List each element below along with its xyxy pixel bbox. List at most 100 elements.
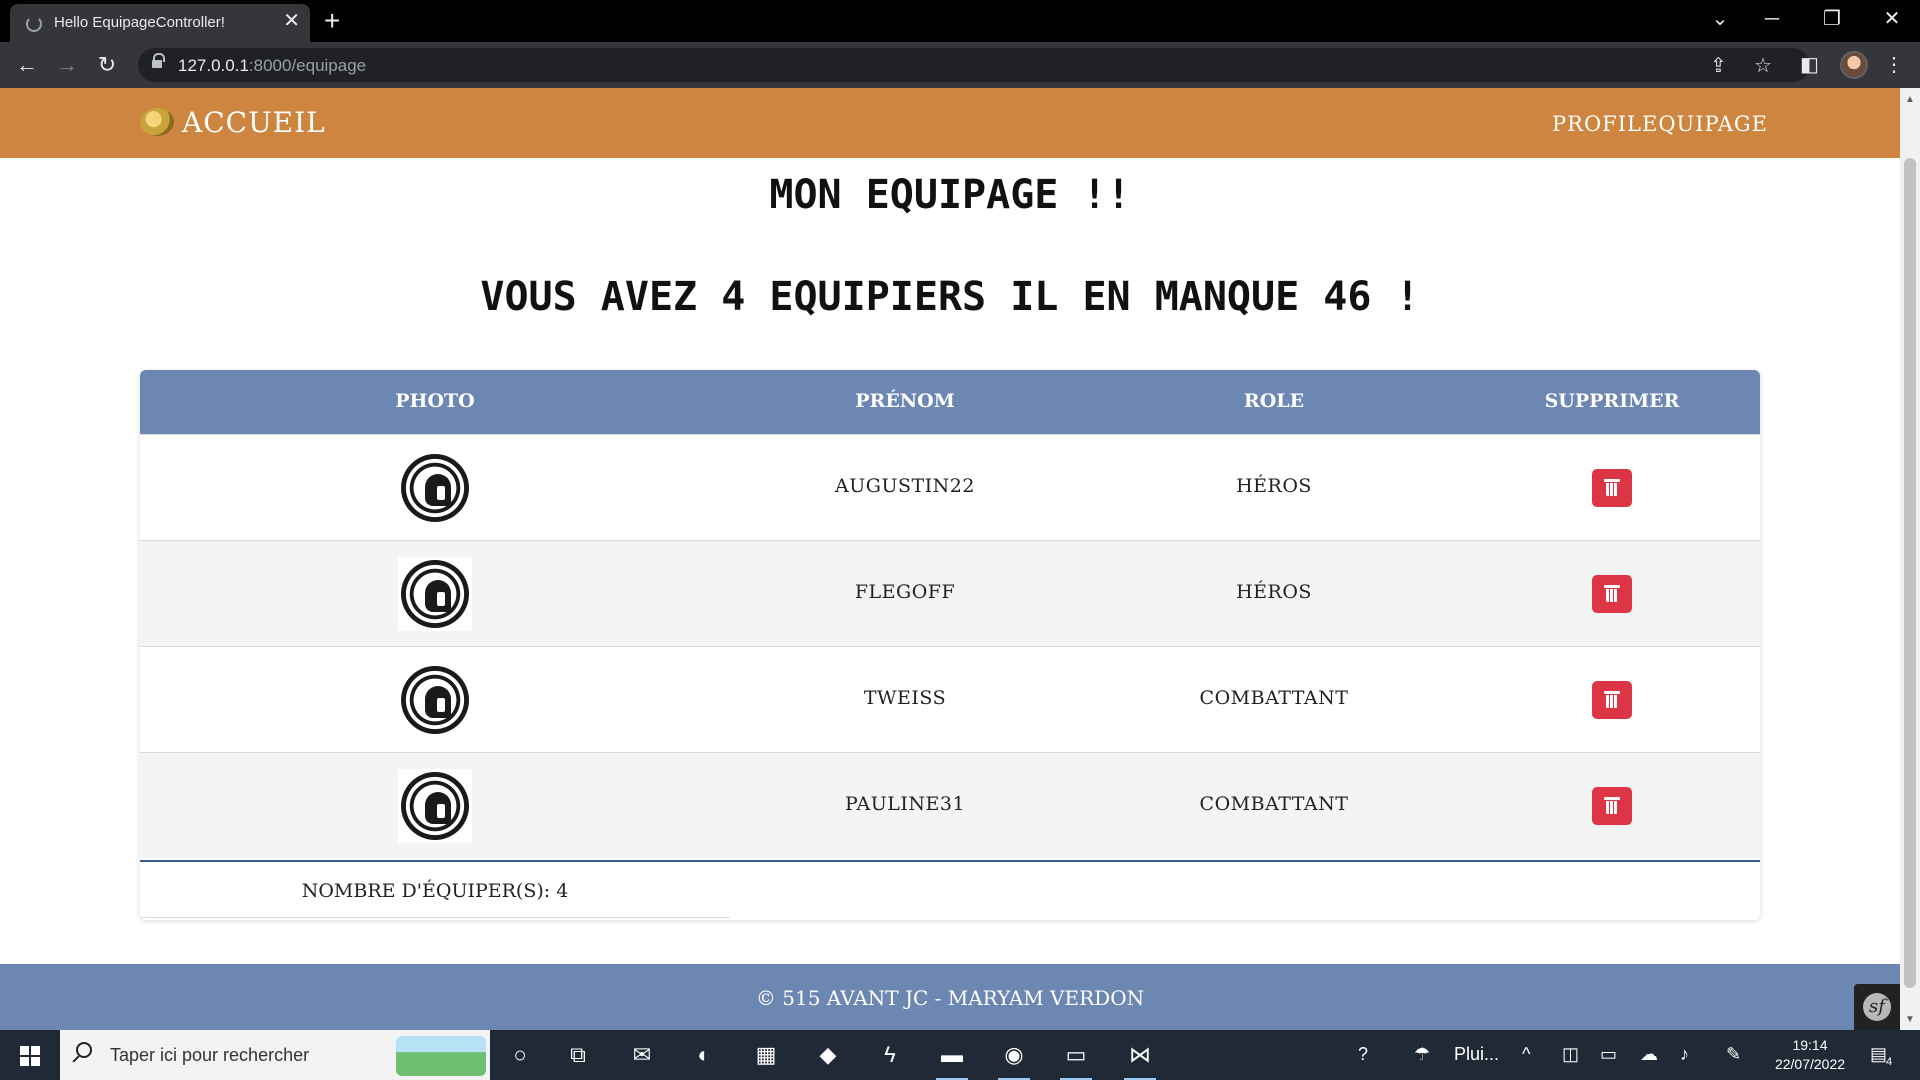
page-scrollbar[interactable]: ▲ ▼ bbox=[1900, 88, 1920, 1030]
page-title: MON EQUIPAGE !! bbox=[0, 172, 1900, 218]
battery-icon[interactable]: ▭ bbox=[1600, 1044, 1617, 1065]
new-tab-button[interactable]: + bbox=[324, 6, 340, 36]
cell-role: HÉROS bbox=[1236, 581, 1312, 603]
tab-search-icon[interactable]: ⌄ bbox=[1700, 6, 1740, 32]
volume-icon[interactable]: ♪ bbox=[1680, 1044, 1689, 1065]
weather-text[interactable]: Plui... bbox=[1454, 1044, 1499, 1065]
menu-dots-icon[interactable]: ⋮ bbox=[1884, 51, 1904, 79]
column-header-supprimer: SUPPRIMER bbox=[1544, 390, 1680, 412]
search-highlight-image bbox=[396, 1036, 486, 1076]
spartan-helmet-icon bbox=[401, 454, 469, 522]
table-row: PAULINE31 COMBATTANT bbox=[140, 752, 1760, 858]
meet-now-icon[interactable]: ◫ bbox=[1562, 1044, 1579, 1065]
taskbar-clock[interactable]: 19:14 22/07/2022 bbox=[1770, 1036, 1850, 1074]
cell-prenom: TWEISS bbox=[863, 687, 947, 709]
coin-logo-icon bbox=[140, 108, 174, 136]
footer-copyright: © 515 AVANT JC - MARYAM VERDON bbox=[755, 986, 1145, 1010]
lightning-app-icon[interactable]: ϟ bbox=[872, 1038, 908, 1072]
task-view-icon[interactable]: ⧉ bbox=[560, 1038, 596, 1072]
clock-time: 19:14 bbox=[1792, 1037, 1828, 1053]
symfony-toolbar-toggle[interactable]: sf bbox=[1854, 984, 1900, 1030]
crew-photo bbox=[398, 663, 472, 737]
page-title-text: MON EQUIPAGE !! bbox=[769, 172, 1131, 218]
table-header: PHOTO PRÉNOM ROLE SUPPRIMER bbox=[140, 370, 1760, 434]
table-footer: NOMBRE D'ÉQUIPER(S): 4 bbox=[140, 862, 730, 918]
scroll-up-arrow-icon[interactable]: ▲ bbox=[1905, 94, 1915, 105]
cell-prenom: AUGUSTIN22 bbox=[835, 475, 975, 497]
crew-photo bbox=[398, 557, 472, 631]
loading-icon bbox=[26, 16, 42, 32]
crew-count: NOMBRE D'ÉQUIPER(S): 4 bbox=[301, 880, 569, 902]
crew-photo bbox=[398, 451, 472, 525]
cortana-icon[interactable]: ○ bbox=[502, 1038, 538, 1072]
profile-avatar[interactable] bbox=[1840, 51, 1868, 79]
spartan-helmet-icon bbox=[401, 666, 469, 734]
spartan-helmet-icon bbox=[401, 772, 469, 840]
notification-icon[interactable]: ▤ bbox=[1870, 1044, 1887, 1065]
close-window-button[interactable]: ✕ bbox=[1872, 6, 1912, 32]
cell-role: COMBATTANT bbox=[1199, 687, 1349, 709]
trash-icon bbox=[1604, 797, 1620, 814]
weather-icon[interactable]: ☂ bbox=[1414, 1044, 1430, 1065]
taskbar-search[interactable]: Taper ici pour rechercher bbox=[60, 1030, 490, 1080]
table-row: AUGUSTIN22 HÉROS bbox=[140, 434, 1760, 540]
pen-icon[interactable]: ✎ bbox=[1726, 1044, 1741, 1065]
side-panel-icon[interactable]: ◧ bbox=[1800, 51, 1819, 79]
table-row: FLEGOFF HÉROS bbox=[140, 540, 1760, 646]
chevron-up-icon[interactable]: ^ bbox=[1522, 1044, 1530, 1065]
minimize-button[interactable]: ─ bbox=[1752, 6, 1792, 32]
back-button[interactable]: ← bbox=[12, 50, 42, 80]
vscode-icon[interactable]: ⋈ bbox=[1122, 1038, 1158, 1080]
delete-button[interactable] bbox=[1592, 681, 1632, 719]
column-header-role: ROLE bbox=[1243, 390, 1305, 412]
scroll-down-arrow-icon[interactable]: ▼ bbox=[1905, 1014, 1915, 1025]
dropbox-icon[interactable]: ◆ bbox=[810, 1038, 846, 1072]
onedrive-icon[interactable]: ☁ bbox=[1640, 1044, 1658, 1065]
browser-toolbar: ← → ↻ 127.0.0.1:8000/equipage ⇪ ☆ ◧ ⋮ bbox=[0, 42, 1920, 88]
crew-table: PHOTO PRÉNOM ROLE SUPPRIMER AUGUSTIN22 H… bbox=[140, 370, 1760, 920]
column-header-photo: PHOTO bbox=[395, 390, 475, 412]
help-icon[interactable]: ? bbox=[1358, 1044, 1368, 1065]
bookmark-star-icon[interactable]: ☆ bbox=[1754, 53, 1772, 78]
delete-button[interactable] bbox=[1592, 469, 1632, 507]
cell-prenom: FLEGOFF bbox=[854, 581, 956, 603]
edge-icon[interactable]: ◐ bbox=[686, 1038, 722, 1072]
close-tab-icon[interactable]: ✕ bbox=[283, 10, 300, 32]
terminal-icon[interactable]: ▭ bbox=[1058, 1038, 1094, 1080]
cell-prenom: PAULINE31 bbox=[844, 793, 966, 815]
reload-button[interactable]: ↻ bbox=[92, 50, 122, 80]
nav-link-profil[interactable]: PROFIL bbox=[1552, 112, 1642, 136]
site-footer: © 515 AVANT JC - MARYAM VERDON bbox=[0, 964, 1900, 1030]
chrome-icon[interactable]: ◉ bbox=[996, 1038, 1032, 1080]
store-icon[interactable]: ▦ bbox=[748, 1038, 784, 1072]
search-placeholder: Taper ici pour rechercher bbox=[110, 1045, 310, 1065]
symfony-icon: sf bbox=[1863, 993, 1891, 1021]
nav-link-equipage[interactable]: EQUIPAGE bbox=[1642, 112, 1768, 136]
windows-start-icon[interactable] bbox=[20, 1046, 40, 1066]
browser-tab-strip: Hello EquipageController! ✕ + ⌄ ─ ❐ ✕ bbox=[0, 0, 1920, 42]
delete-button[interactable] bbox=[1592, 575, 1632, 613]
browser-tab[interactable]: Hello EquipageController! ✕ bbox=[10, 4, 310, 42]
spartan-helmet-icon bbox=[401, 560, 469, 628]
page-viewport: ACCUEIL PROFIL EQUIPAGE MON EQUIPAGE !! … bbox=[0, 88, 1900, 1030]
mail-icon[interactable]: ✉ bbox=[624, 1038, 660, 1072]
restore-button[interactable]: ❐ bbox=[1812, 6, 1852, 32]
notification-count: 4 bbox=[1886, 1056, 1893, 1068]
lock-icon[interactable] bbox=[152, 53, 165, 70]
page-subtitle: VOUS AVEZ 4 EQUIPIERS IL EN MANQUE 46 ! bbox=[0, 274, 1900, 320]
delete-button[interactable] bbox=[1592, 787, 1632, 825]
share-icon[interactable]: ⇪ bbox=[1710, 53, 1727, 78]
url-text[interactable]: 127.0.0.1:8000/equipage bbox=[178, 56, 366, 76]
scroll-thumb[interactable] bbox=[1904, 158, 1916, 988]
trash-icon bbox=[1604, 585, 1620, 602]
crew-photo bbox=[398, 769, 472, 843]
windows-taskbar: Taper ici pour rechercher ○ ⧉ ✉ ◐ ▦ ◆ ϟ … bbox=[0, 1030, 1920, 1080]
file-explorer-icon[interactable]: ▬ bbox=[934, 1038, 970, 1080]
address-bar[interactable]: 127.0.0.1:8000/equipage ⇪ ☆ bbox=[138, 48, 1810, 82]
search-icon bbox=[76, 1042, 92, 1058]
cell-role: COMBATTANT bbox=[1199, 793, 1349, 815]
trash-icon bbox=[1604, 691, 1620, 708]
forward-button[interactable]: → bbox=[52, 50, 82, 80]
site-navbar: ACCUEIL PROFIL EQUIPAGE bbox=[0, 88, 1900, 158]
column-header-prenom: PRÉNOM bbox=[855, 390, 955, 412]
